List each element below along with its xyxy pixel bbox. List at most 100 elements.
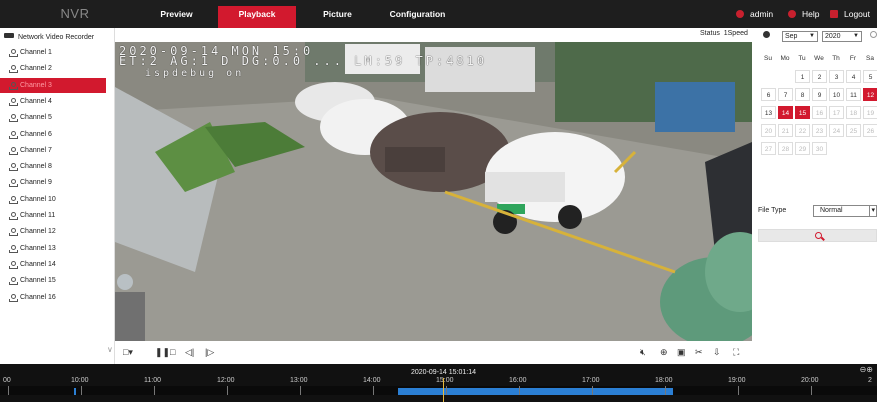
calendar-day[interactable]: 29 bbox=[795, 142, 810, 155]
channel-label: Channel 15 bbox=[20, 277, 56, 285]
step-back-icon[interactable]: ◁| bbox=[185, 347, 194, 358]
calendar-day[interactable]: 17 bbox=[829, 106, 844, 119]
video-playback[interactable]: 2020-09-14 MON 15:0 ET:2 AG:1 D DG:0.0 .… bbox=[115, 42, 752, 341]
calendar-day[interactable]: 26 bbox=[863, 124, 877, 137]
calendar-day[interactable]: 22 bbox=[795, 124, 810, 137]
pause-icon[interactable]: ❚❚ bbox=[155, 347, 170, 358]
calendar-day[interactable]: 9 bbox=[812, 88, 827, 101]
prev-month-icon[interactable] bbox=[763, 31, 770, 38]
logout-button[interactable]: Logout bbox=[830, 9, 870, 19]
stop-icon[interactable]: □ bbox=[170, 347, 175, 357]
calendar-day[interactable]: 2 bbox=[812, 70, 827, 83]
calendar-day[interactable]: 6 bbox=[761, 88, 776, 101]
zoom-icon[interactable]: ⊕ bbox=[660, 347, 668, 358]
timeline-zoom[interactable]: ⊖⊕ bbox=[860, 365, 873, 374]
channel-item[interactable]: Channel 4 bbox=[0, 94, 106, 109]
layout-icon[interactable]: □▾ bbox=[123, 347, 133, 358]
weekday-label: Fr bbox=[849, 55, 857, 62]
calendar-day[interactable]: 15 bbox=[795, 106, 810, 119]
calendar-day[interactable]: 13 bbox=[761, 106, 776, 119]
help-button[interactable]: Help bbox=[788, 9, 819, 19]
calendar-day[interactable]: 7 bbox=[778, 88, 793, 101]
channel-item[interactable]: Channel 13 bbox=[0, 241, 106, 256]
record-segment[interactable] bbox=[398, 388, 673, 395]
tree-root[interactable]: Network Video Recorder bbox=[4, 32, 116, 44]
channel-label: Channel 9 bbox=[20, 179, 52, 187]
tab-playback[interactable]: Playback bbox=[218, 6, 296, 28]
channel-item[interactable]: Channel 14 bbox=[0, 257, 106, 272]
collapse-icon[interactable]: ∨ bbox=[107, 345, 113, 354]
search-button[interactable] bbox=[758, 229, 877, 242]
weekday-label: Mo bbox=[780, 55, 790, 62]
chevron-down-icon: ▼ bbox=[809, 33, 815, 39]
channel-item[interactable]: Channel 1 bbox=[0, 45, 106, 60]
timeline-tick bbox=[154, 386, 155, 395]
channel-label: Channel 6 bbox=[20, 130, 52, 138]
calendar-day[interactable]: 25 bbox=[846, 124, 861, 137]
help-label: Help bbox=[802, 9, 820, 19]
calendar-day[interactable]: 12 bbox=[863, 88, 877, 101]
channel-item[interactable]: Channel 3 bbox=[0, 77, 106, 93]
calendar-day[interactable]: 28 bbox=[778, 142, 793, 155]
calendar-day[interactable]: 5 bbox=[863, 70, 877, 83]
next-month-icon[interactable] bbox=[870, 31, 877, 38]
timeline-hour-label: 13:00 bbox=[290, 377, 308, 384]
calendar-day[interactable]: 23 bbox=[812, 124, 827, 137]
record-segment[interactable] bbox=[74, 388, 76, 395]
calendar-day[interactable]: 3 bbox=[829, 70, 844, 83]
step-forward-icon[interactable]: |▷ bbox=[205, 347, 214, 358]
calendar-day[interactable]: 14 bbox=[778, 106, 793, 119]
channel-label: Channel 4 bbox=[20, 97, 52, 105]
timeline-playhead[interactable] bbox=[443, 378, 444, 402]
zoom-in-icon[interactable]: ⊕ bbox=[866, 365, 873, 374]
tab-preview[interactable]: Preview bbox=[145, 6, 208, 28]
channel-item[interactable]: Channel 9 bbox=[0, 175, 106, 190]
tab-configuration[interactable]: Configuration bbox=[380, 6, 455, 28]
channel-label: Channel 1 bbox=[20, 49, 52, 56]
timeline-tick bbox=[446, 386, 447, 395]
timeline-tick bbox=[665, 386, 666, 395]
calendar-day[interactable]: 10 bbox=[829, 88, 844, 101]
calendar-day[interactable]: 18 bbox=[846, 106, 861, 119]
calendar-day[interactable]: 27 bbox=[761, 142, 776, 155]
channel-tree: Network Video Recorder Channel 1 Channel … bbox=[0, 28, 115, 364]
month-select[interactable]: Sep ▼ bbox=[782, 31, 818, 42]
calendar-day[interactable]: 24 bbox=[829, 124, 844, 137]
calendar-day[interactable]: 4 bbox=[846, 70, 861, 83]
download-icon[interactable]: ⇩ bbox=[713, 347, 721, 358]
snapshot-icon[interactable]: ▣ bbox=[677, 347, 686, 358]
calendar-day[interactable]: 21 bbox=[778, 124, 793, 137]
timeline-hour-label: 15:00 bbox=[436, 377, 454, 384]
timeline[interactable]: 2020-09-14 15:01:14 00 2 10:00 11:00 12:00… bbox=[0, 364, 877, 402]
calendar-day[interactable]: 20 bbox=[761, 124, 776, 137]
calendar-day[interactable]: 30 bbox=[812, 142, 827, 155]
calendar-day[interactable]: 8 bbox=[795, 88, 810, 101]
file-type-select[interactable]: Normal ▾ bbox=[813, 205, 877, 217]
channel-label: Channel 8 bbox=[20, 163, 52, 171]
channel-item[interactable]: Channel 5 bbox=[0, 110, 106, 125]
chevron-down-icon: ▾ bbox=[869, 206, 875, 216]
user-menu[interactable]: admin bbox=[736, 9, 773, 19]
fullscreen-icon[interactable]: ⛶ bbox=[733, 347, 739, 358]
calendar-day[interactable]: 16 bbox=[812, 106, 827, 119]
channel-item[interactable]: Channel 6 bbox=[0, 127, 106, 142]
file-type-value: Normal bbox=[820, 207, 843, 214]
channel-item[interactable]: Channel 7 bbox=[0, 143, 106, 158]
timeline-tick bbox=[8, 386, 9, 395]
calendar-day[interactable]: 1 bbox=[795, 70, 810, 83]
channel-item[interactable]: Channel 2 bbox=[0, 61, 106, 76]
channel-item[interactable]: Channel 8 bbox=[0, 159, 106, 174]
tab-picture[interactable]: Picture bbox=[310, 6, 365, 28]
channel-item[interactable]: Channel 12 bbox=[0, 224, 106, 239]
mute-icon[interactable]: 🔇︎ bbox=[640, 347, 646, 358]
calendar-day[interactable]: 11 bbox=[846, 88, 861, 101]
channel-item[interactable]: Channel 15 bbox=[0, 273, 106, 288]
year-select[interactable]: 2020 ▼ bbox=[822, 31, 862, 42]
clip-icon[interactable]: ✂ bbox=[695, 347, 703, 358]
timeline-hour-label: 10:00 bbox=[71, 377, 89, 384]
logout-label: Logout bbox=[844, 9, 870, 19]
channel-item[interactable]: Channel 11 bbox=[0, 208, 106, 223]
calendar-day[interactable]: 19 bbox=[863, 106, 877, 119]
channel-item[interactable]: Channel 10 bbox=[0, 192, 106, 207]
channel-item[interactable]: Channel 16 bbox=[0, 290, 106, 305]
